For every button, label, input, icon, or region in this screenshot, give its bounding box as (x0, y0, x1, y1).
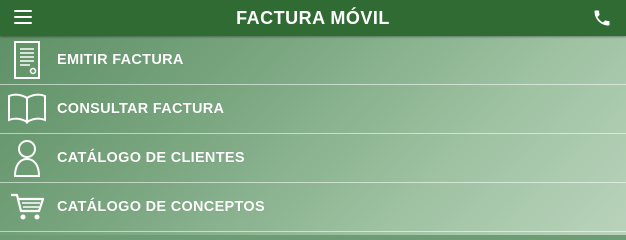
phone-button[interactable] (592, 8, 612, 28)
menu-item-label: CONSULTAR FACTURA (57, 101, 225, 117)
menu-item-consultar-factura[interactable]: CONSULTAR FACTURA (0, 85, 626, 134)
shopping-cart-icon (5, 185, 49, 229)
hamburger-menu-icon (14, 10, 32, 12)
phone-icon (594, 10, 610, 26)
main-menu-list: EMITIR FACTURA CONSULTAR FACTURA CATÁLOG… (0, 36, 626, 235)
person-icon (5, 136, 49, 180)
menu-item-catalogo-clientes[interactable]: CATÁLOGO DE CLIENTES (0, 134, 626, 183)
menu-item-emitir-factura[interactable]: EMITIR FACTURA (0, 36, 626, 85)
open-book-icon (5, 87, 49, 131)
hamburger-menu-icon-line (14, 22, 32, 24)
app-header: FACTURA MÓVIL (0, 0, 626, 36)
menu-button[interactable] (14, 10, 32, 26)
menu-item-label: CATÁLOGO DE CONCEPTOS (57, 199, 265, 215)
invoice-document-icon (5, 38, 49, 82)
app-title: FACTURA MÓVIL (236, 7, 390, 28)
hamburger-menu-icon-line (14, 16, 32, 18)
menu-item-catalogo-conceptos[interactable]: CATÁLOGO DE CONCEPTOS (0, 183, 626, 232)
menu-item-label: EMITIR FACTURA (57, 52, 184, 68)
menu-item-label: CATÁLOGO DE CLIENTES (57, 150, 245, 166)
